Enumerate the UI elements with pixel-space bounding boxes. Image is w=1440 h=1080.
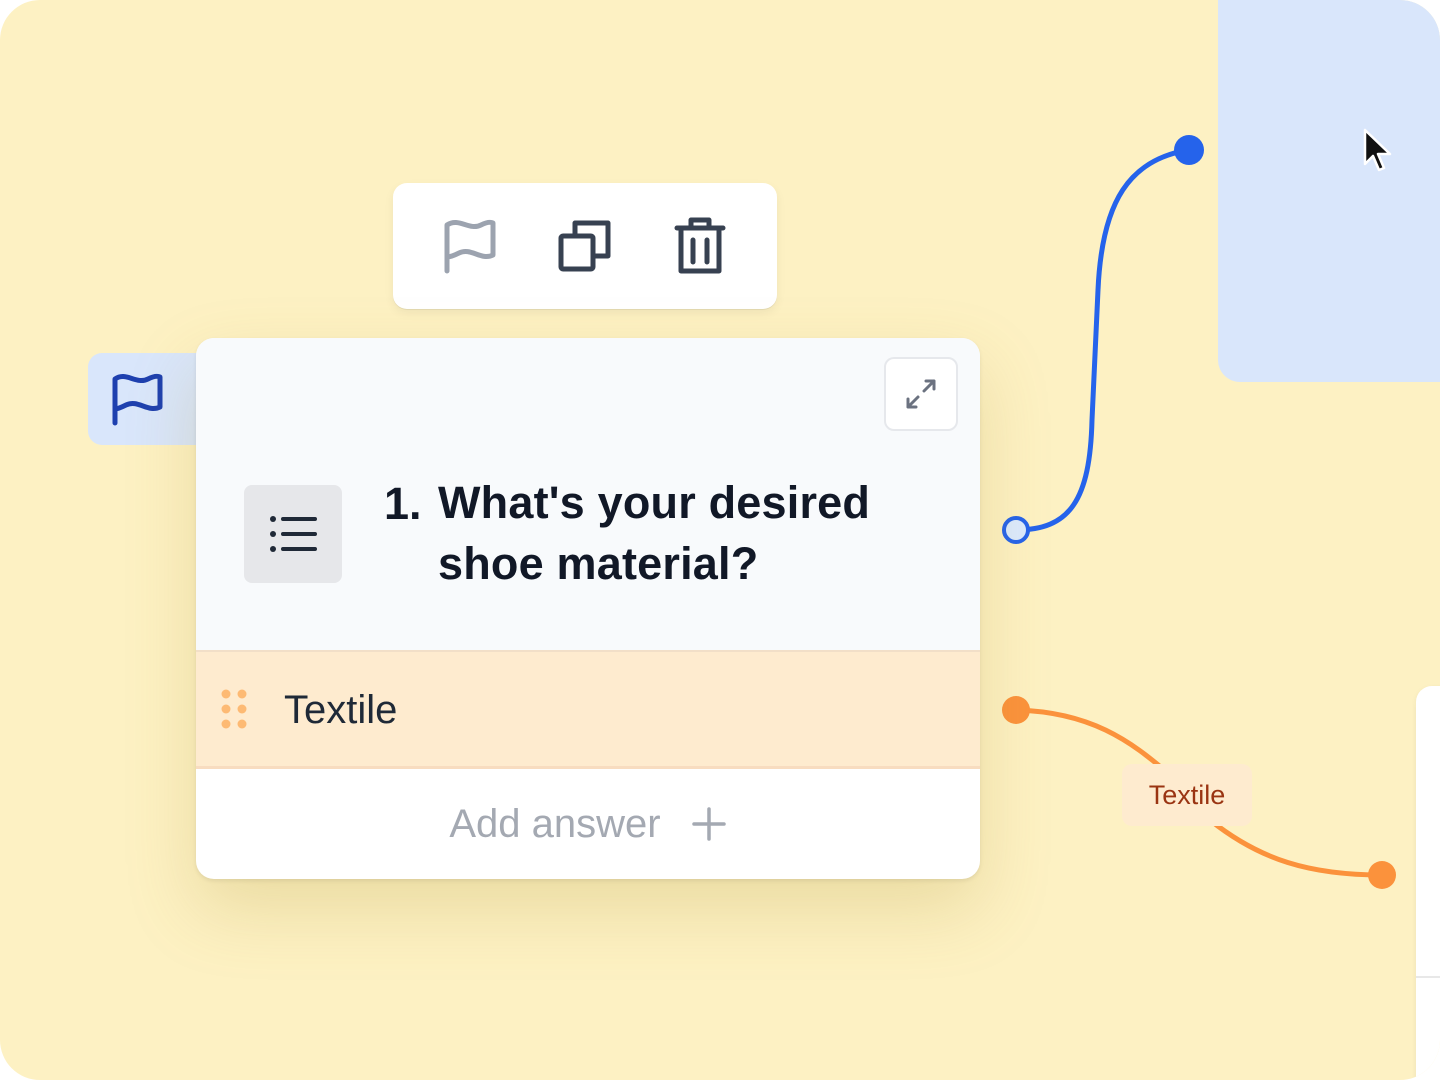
orange-connector-end-handle[interactable]	[1368, 861, 1396, 889]
delete-button[interactable]	[660, 206, 740, 286]
blue-connector-start-handle[interactable]	[1002, 516, 1030, 544]
question-header: 1. What's your desired shoe material?	[196, 338, 980, 652]
question-type-icon[interactable]	[244, 485, 342, 583]
plus-icon	[691, 807, 726, 841]
duplicate-icon	[558, 220, 611, 272]
node-divider	[1416, 976, 1440, 978]
node-toolbar	[393, 183, 777, 309]
answer-label[interactable]: Textile	[284, 686, 397, 734]
edge-label[interactable]: Textile	[1122, 764, 1252, 826]
flow-canvas[interactable]: Textile 1. What's your desired shoe mate…	[0, 0, 1440, 1080]
blue-connector-end-handle[interactable]	[1174, 135, 1204, 165]
expand-arrows-icon	[906, 379, 936, 409]
question-number: 1.	[384, 478, 422, 529]
answer-option[interactable]: Textile	[196, 652, 980, 769]
drag-handle-icon[interactable]	[220, 688, 248, 730]
list-icon	[270, 516, 317, 552]
duplicate-button[interactable]	[545, 206, 625, 286]
flag-outline-icon	[444, 219, 496, 274]
flag-icon	[112, 373, 163, 426]
connected-question-node[interactable]	[1218, 0, 1440, 382]
trash-icon	[674, 217, 726, 274]
set-start-button[interactable]	[430, 206, 510, 286]
expand-button[interactable]	[884, 357, 958, 431]
orange-connector-start-handle[interactable]	[1002, 696, 1030, 724]
question-title[interactable]: What's your desired shoe material?	[438, 472, 908, 594]
mouse-pointer-icon	[1363, 128, 1392, 172]
blue-connector-line[interactable]	[1013, 147, 1191, 533]
next-question-node[interactable]	[1416, 686, 1440, 1080]
add-answer-label: Add answer	[449, 802, 661, 846]
question-card[interactable]: 1. What's your desired shoe material? Te…	[196, 338, 980, 879]
add-answer-button[interactable]: Add answer	[196, 769, 980, 879]
